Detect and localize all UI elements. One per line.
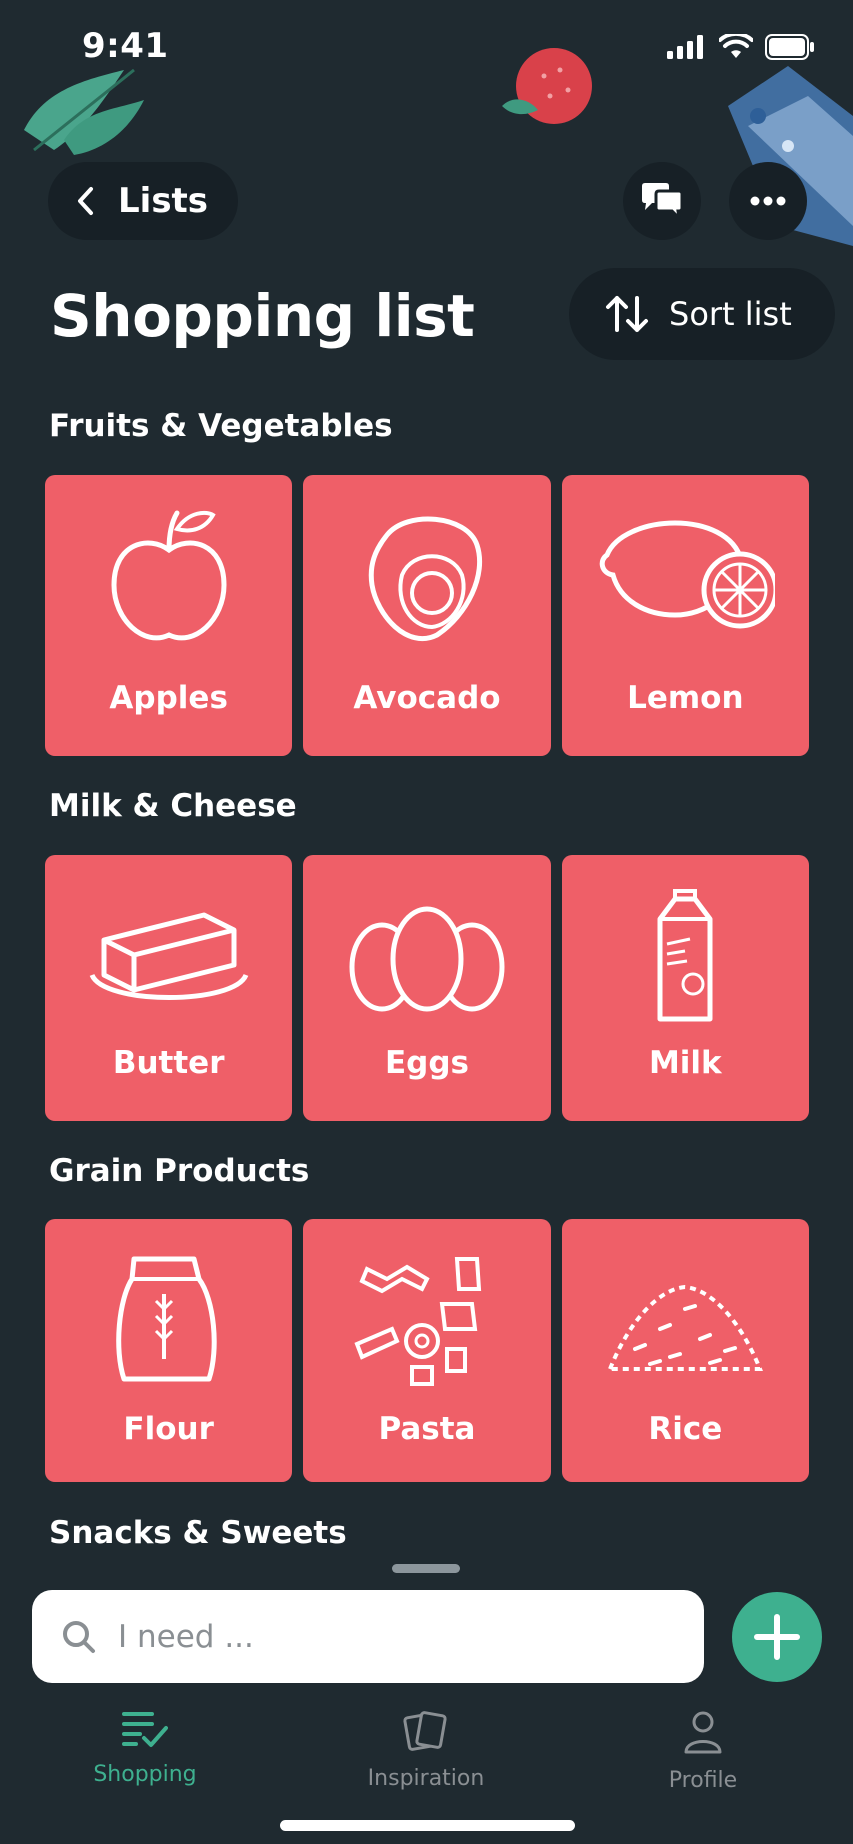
item-label: Eggs xyxy=(384,1045,469,1081)
section-title-grain-products: Grain Products xyxy=(49,1153,310,1189)
person-icon xyxy=(684,1711,722,1754)
milk-carton-icon xyxy=(657,889,713,1022)
item-tile-lemon[interactable]: Lemon xyxy=(561,475,809,756)
item-tile-rice[interactable]: Rice xyxy=(561,1219,809,1482)
sort-arrows-icon xyxy=(606,296,648,332)
avocado-icon xyxy=(368,516,483,642)
item-label: Flour xyxy=(123,1411,214,1447)
rice-icon xyxy=(607,1284,764,1371)
add-item-button[interactable] xyxy=(732,1592,822,1682)
plus-icon xyxy=(754,1614,800,1660)
cards-icon xyxy=(403,1711,447,1751)
more-dots-icon xyxy=(750,196,786,206)
item-label: Pasta xyxy=(378,1411,476,1447)
item-tile-avocado[interactable]: Avocado xyxy=(303,475,551,756)
more-options-button[interactable] xyxy=(729,162,807,240)
item-label: Lemon xyxy=(627,680,744,716)
spinach-leaf-illustration xyxy=(24,68,144,155)
list-check-icon xyxy=(122,1712,168,1747)
item-label: Avocado xyxy=(353,680,501,716)
home-indicator xyxy=(280,1820,575,1831)
page-title: Shopping list xyxy=(50,282,475,350)
search-input[interactable] xyxy=(118,1618,678,1655)
item-label: Rice xyxy=(648,1411,723,1447)
sheet-handle[interactable] xyxy=(392,1564,460,1573)
tab-label: Profile xyxy=(668,1768,738,1793)
top-actions: Lists xyxy=(48,162,807,240)
item-label: Apples xyxy=(109,680,228,716)
butter-icon xyxy=(89,912,248,1000)
item-label: Milk xyxy=(648,1045,722,1081)
item-tile-milk[interactable]: Milk xyxy=(561,855,809,1121)
tab-inspiration[interactable]: Inspiration xyxy=(326,1710,526,1791)
section-grid-grain-products: Flour Pasta Rice xyxy=(45,1219,809,1482)
item-tile-butter[interactable]: Butter xyxy=(45,855,293,1121)
item-tile-eggs[interactable]: Eggs xyxy=(303,855,551,1121)
lemon-icon xyxy=(600,520,776,629)
item-tile-pasta[interactable]: Pasta xyxy=(303,1219,551,1482)
flour-bag-icon xyxy=(115,1256,217,1382)
search-icon xyxy=(63,1620,95,1653)
tab-label: Inspiration xyxy=(367,1766,485,1791)
section-grid-milk-cheese: Butter Eggs Milk xyxy=(45,855,809,1121)
back-button[interactable]: Lists xyxy=(48,162,238,240)
sort-list-label: Sort list xyxy=(669,295,792,333)
tab-bar: Shopping Inspiration Profile xyxy=(0,1710,853,1820)
back-button-label: Lists xyxy=(118,181,209,221)
item-tile-flour[interactable]: Flour xyxy=(45,1219,293,1482)
pasta-icon xyxy=(354,1257,482,1386)
title-row: Shopping list Sort list xyxy=(50,268,835,362)
signal-icon xyxy=(667,35,703,59)
chevron-left-icon xyxy=(78,187,93,215)
section-title-snacks-sweets: Snacks & Sweets xyxy=(49,1515,347,1551)
item-tile-apples[interactable]: Apples xyxy=(45,475,293,756)
chat-button[interactable] xyxy=(623,162,701,240)
sort-list-button[interactable]: Sort list xyxy=(569,268,835,360)
apple-icon xyxy=(111,510,227,641)
section-title-fruits-vegetables: Fruits & Vegetables xyxy=(49,408,393,444)
section-grid-fruits-vegetables: Apples Avocado Lemon xyxy=(45,475,809,756)
strawberry-illustration xyxy=(502,48,592,124)
search-box[interactable] xyxy=(32,1590,704,1683)
section-title-milk-cheese: Milk & Cheese xyxy=(49,788,297,824)
eggs-icon xyxy=(349,906,505,1012)
tab-label: Shopping xyxy=(93,1762,197,1787)
chat-bubbles-icon xyxy=(642,183,684,220)
tab-profile[interactable]: Profile xyxy=(603,1710,803,1793)
tab-shopping[interactable]: Shopping xyxy=(45,1710,245,1787)
item-label: Butter xyxy=(112,1045,225,1081)
